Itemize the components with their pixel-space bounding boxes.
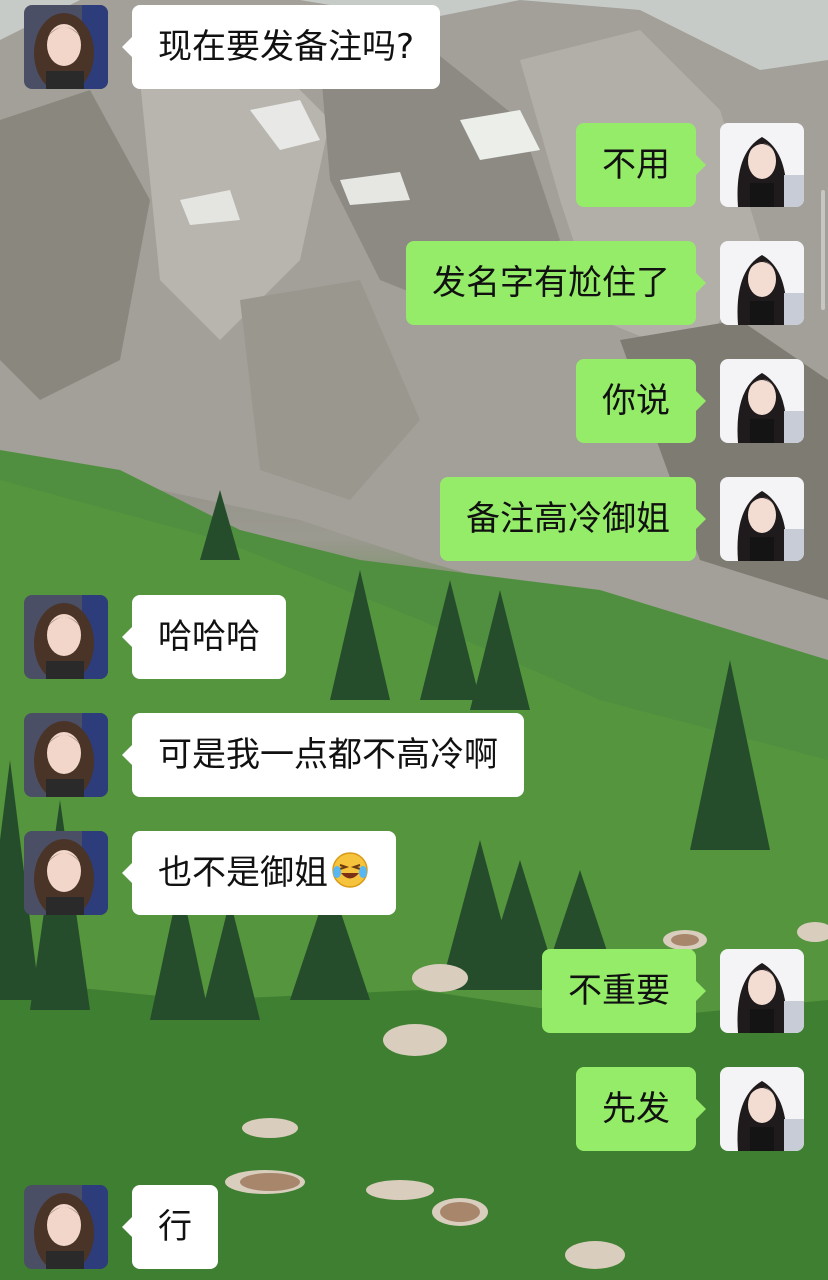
message-row-outgoing: 不用 bbox=[0, 123, 828, 207]
self-avatar-image bbox=[720, 241, 804, 325]
message-bubble[interactable]: 不重要 bbox=[542, 949, 706, 1033]
message-row-outgoing: 发名字有尬住了 bbox=[0, 241, 828, 325]
message-text: 发名字有尬住了 bbox=[432, 263, 670, 303]
message-bubble[interactable]: 不用 bbox=[576, 123, 706, 207]
message-bubble[interactable]: 备注高冷御姐 bbox=[440, 477, 706, 561]
chat-scrollbar[interactable] bbox=[821, 190, 825, 310]
message-text: 不用 bbox=[602, 145, 670, 185]
message-text: 你说 bbox=[602, 381, 670, 421]
self-avatar-image bbox=[720, 1067, 804, 1151]
self-avatar-image bbox=[720, 123, 804, 207]
message-bubble[interactable]: 哈哈哈 bbox=[122, 595, 286, 679]
self-avatar-image bbox=[720, 477, 804, 561]
chat-message-list[interactable]: 现在要发备注吗? 不用 发名字有尬住了 你说 备注高冷御姐 哈哈哈 可是我一点都… bbox=[0, 0, 828, 1280]
message-row-outgoing: 备注高冷御姐 bbox=[0, 477, 828, 561]
self-avatar[interactable] bbox=[720, 359, 804, 443]
contact-avatar[interactable] bbox=[24, 713, 108, 797]
message-text: 备注高冷御姐 bbox=[466, 499, 670, 539]
message-bubble[interactable]: 发名字有尬住了 bbox=[406, 241, 706, 325]
message-bubble[interactable]: 行 bbox=[122, 1185, 218, 1269]
message-bubble[interactable]: 现在要发备注吗? bbox=[121, 5, 441, 89]
message-text: 可是我一点都不高冷啊 bbox=[158, 735, 498, 775]
self-avatar[interactable] bbox=[720, 241, 804, 325]
message-bubble[interactable]: 你说 bbox=[576, 359, 706, 443]
message-row-incoming: 哈哈哈 bbox=[0, 595, 828, 679]
contact-avatar-image bbox=[24, 5, 108, 89]
message-text: 先发 bbox=[602, 1089, 670, 1129]
message-text: 哈哈哈 bbox=[158, 617, 260, 657]
message-text: 行 bbox=[158, 1207, 192, 1247]
contact-avatar-image bbox=[24, 831, 108, 915]
message-row-incoming: 可是我一点都不高冷啊 bbox=[0, 713, 828, 797]
self-avatar[interactable] bbox=[720, 477, 804, 561]
message-row-incoming: 也不是御姐 bbox=[0, 831, 828, 915]
contact-avatar-image bbox=[24, 595, 108, 679]
self-avatar-image bbox=[720, 359, 804, 443]
self-avatar[interactable] bbox=[720, 949, 804, 1033]
contact-avatar[interactable] bbox=[24, 831, 108, 915]
contact-avatar[interactable] bbox=[24, 595, 108, 679]
message-bubble[interactable]: 先发 bbox=[576, 1067, 706, 1151]
contact-avatar[interactable] bbox=[24, 5, 108, 89]
self-avatar[interactable] bbox=[720, 123, 804, 207]
self-avatar-image bbox=[720, 949, 804, 1033]
contact-avatar[interactable] bbox=[24, 1185, 108, 1269]
message-row-outgoing: 先发 bbox=[0, 1067, 828, 1151]
message-row-incoming: 现在要发备注吗? bbox=[0, 5, 828, 89]
message-text: 现在要发备注吗? bbox=[158, 27, 415, 67]
contact-avatar-image bbox=[24, 1185, 108, 1269]
message-row-outgoing: 你说 bbox=[0, 359, 828, 443]
message-bubble[interactable]: 也不是御姐 bbox=[122, 831, 396, 915]
message-row-incoming: 行 bbox=[0, 1185, 828, 1269]
message-row-outgoing: 不重要 bbox=[0, 949, 828, 1033]
laughing-tears-emoji-icon bbox=[332, 852, 368, 888]
contact-avatar-image bbox=[24, 713, 108, 797]
message-text: 也不是御姐 bbox=[158, 853, 328, 893]
message-bubble[interactable]: 可是我一点都不高冷啊 bbox=[122, 713, 524, 797]
self-avatar[interactable] bbox=[720, 1067, 804, 1151]
message-text: 不重要 bbox=[568, 971, 670, 1011]
